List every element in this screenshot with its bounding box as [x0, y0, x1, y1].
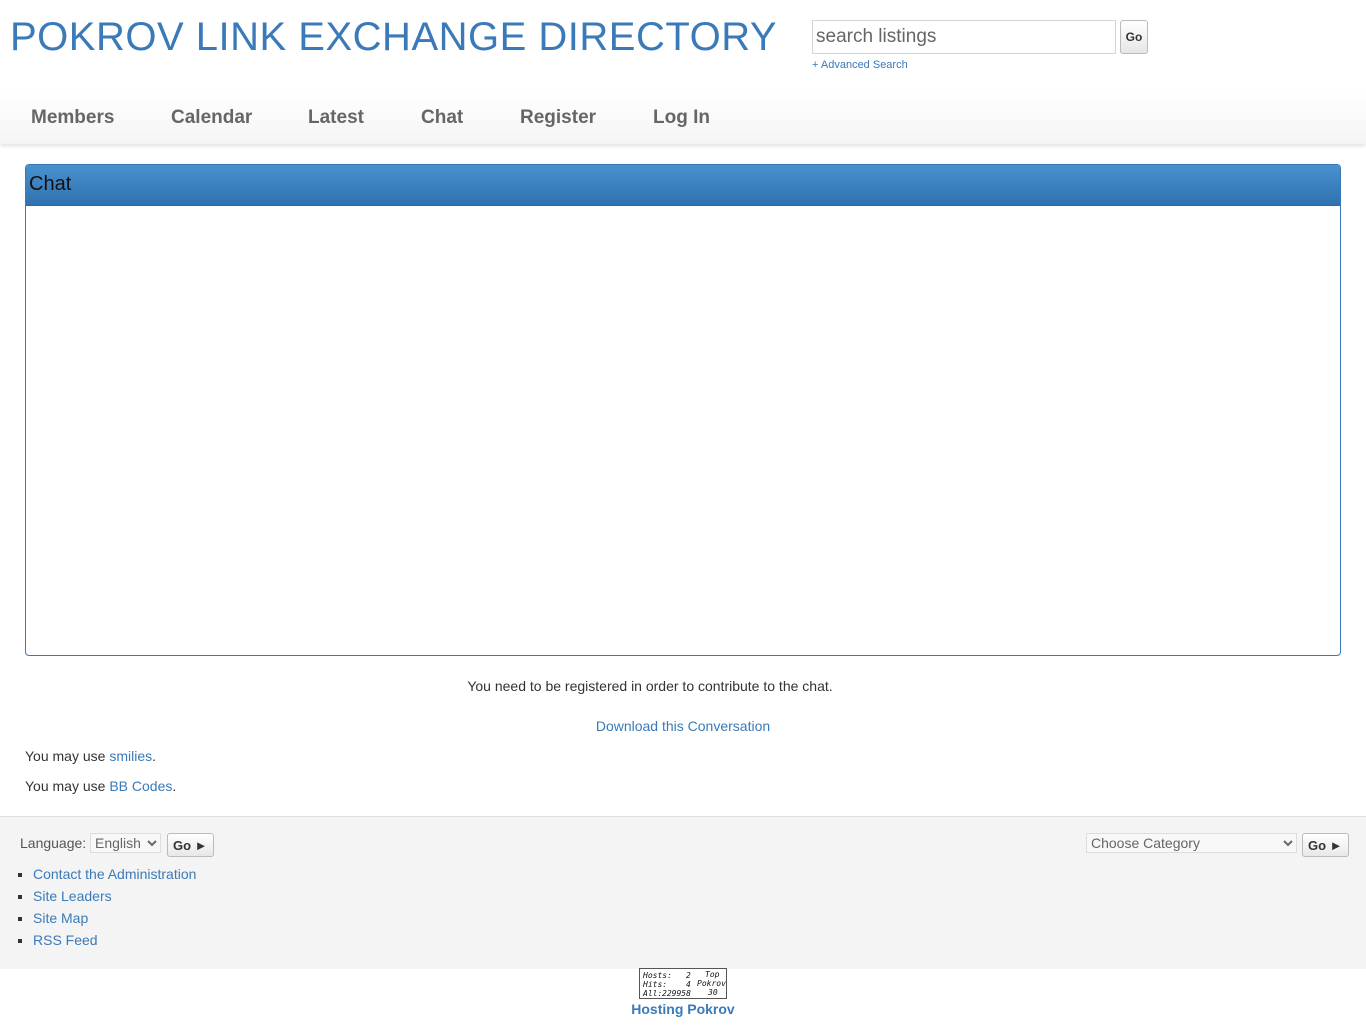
bbcodes-note-text: You may use: [25, 778, 110, 794]
counter-all-value: 229958: [662, 989, 691, 998]
language-go-button[interactable]: Go ►: [167, 833, 214, 857]
search-go-button[interactable]: Go: [1120, 20, 1148, 54]
nav-item-chat[interactable]: Chat: [421, 92, 463, 144]
smilies-note: You may use smilies.: [25, 748, 156, 764]
language-select[interactable]: English: [90, 833, 161, 853]
footer: Language: English Go ► Choose Category G…: [0, 816, 1366, 969]
category-select[interactable]: Choose Category: [1086, 833, 1297, 853]
advanced-search-link[interactable]: + Advanced Search: [812, 59, 908, 71]
bbcodes-note-period: .: [172, 778, 177, 794]
chat-messages-area[interactable]: [26, 206, 1340, 654]
nav-item-register[interactable]: Register: [520, 92, 596, 144]
counter-top-line2: Pokrov: [697, 979, 726, 988]
counter-all-label: All:: [643, 989, 663, 998]
list-item: RSS Feed: [33, 929, 196, 951]
smilies-note-text: You may use: [25, 748, 110, 764]
counter-hosts-value: 2: [686, 971, 691, 980]
bbcodes-note: You may use BB Codes.: [25, 778, 176, 794]
counter-hits-label: Hits:: [643, 980, 668, 989]
chat-panel-header: Chat: [26, 165, 1340, 206]
bbcodes-link[interactable]: BB Codes: [109, 778, 172, 794]
nav-item-calendar[interactable]: Calendar: [171, 92, 252, 144]
counter-top-line3: 30: [708, 988, 718, 997]
rss-feed-link[interactable]: RSS Feed: [33, 932, 98, 948]
register-notice: You need to be registered in order to co…: [467, 678, 833, 694]
list-item: Site Leaders: [33, 885, 196, 907]
site-leaders-link[interactable]: Site Leaders: [33, 888, 112, 904]
counter-top-line1: Top: [705, 970, 720, 979]
nav-item-latest[interactable]: Latest: [308, 92, 364, 144]
search-input[interactable]: [812, 20, 1116, 54]
chat-panel: Chat: [25, 164, 1341, 656]
nav-item-log-in[interactable]: Log In: [653, 92, 710, 144]
footer-links: Contact the Administration Site Leaders …: [0, 863, 196, 951]
download-conversation-link[interactable]: Download this Conversation: [0, 718, 1366, 734]
counter-hosts-label: Hosts:: [643, 971, 672, 980]
main-nav: Members Calendar Latest Chat Register Lo…: [0, 92, 1366, 144]
counter-hits-value: 4: [686, 980, 691, 989]
smilies-note-period: .: [152, 748, 156, 764]
smilies-link[interactable]: smilies: [109, 748, 152, 764]
chat-panel-title: Chat: [29, 173, 72, 195]
nav-item-members[interactable]: Members: [31, 92, 114, 144]
list-item: Contact the Administration: [33, 863, 196, 885]
category-go-button[interactable]: Go ►: [1302, 833, 1349, 857]
hit-counter-badge[interactable]: Hosts: 2 Hits: 4 All: 229958 Top Pokrov …: [639, 968, 727, 999]
language-label: Language:: [20, 835, 87, 851]
site-title[interactable]: POKROV LINK EXCHANGE DIRECTORY: [10, 14, 777, 60]
list-item: Site Map: [33, 907, 196, 929]
site-map-link[interactable]: Site Map: [33, 910, 88, 926]
hosting-pokrov-link[interactable]: Hosting Pokrov: [0, 1001, 1366, 1017]
contact-admin-link[interactable]: Contact the Administration: [33, 866, 196, 882]
